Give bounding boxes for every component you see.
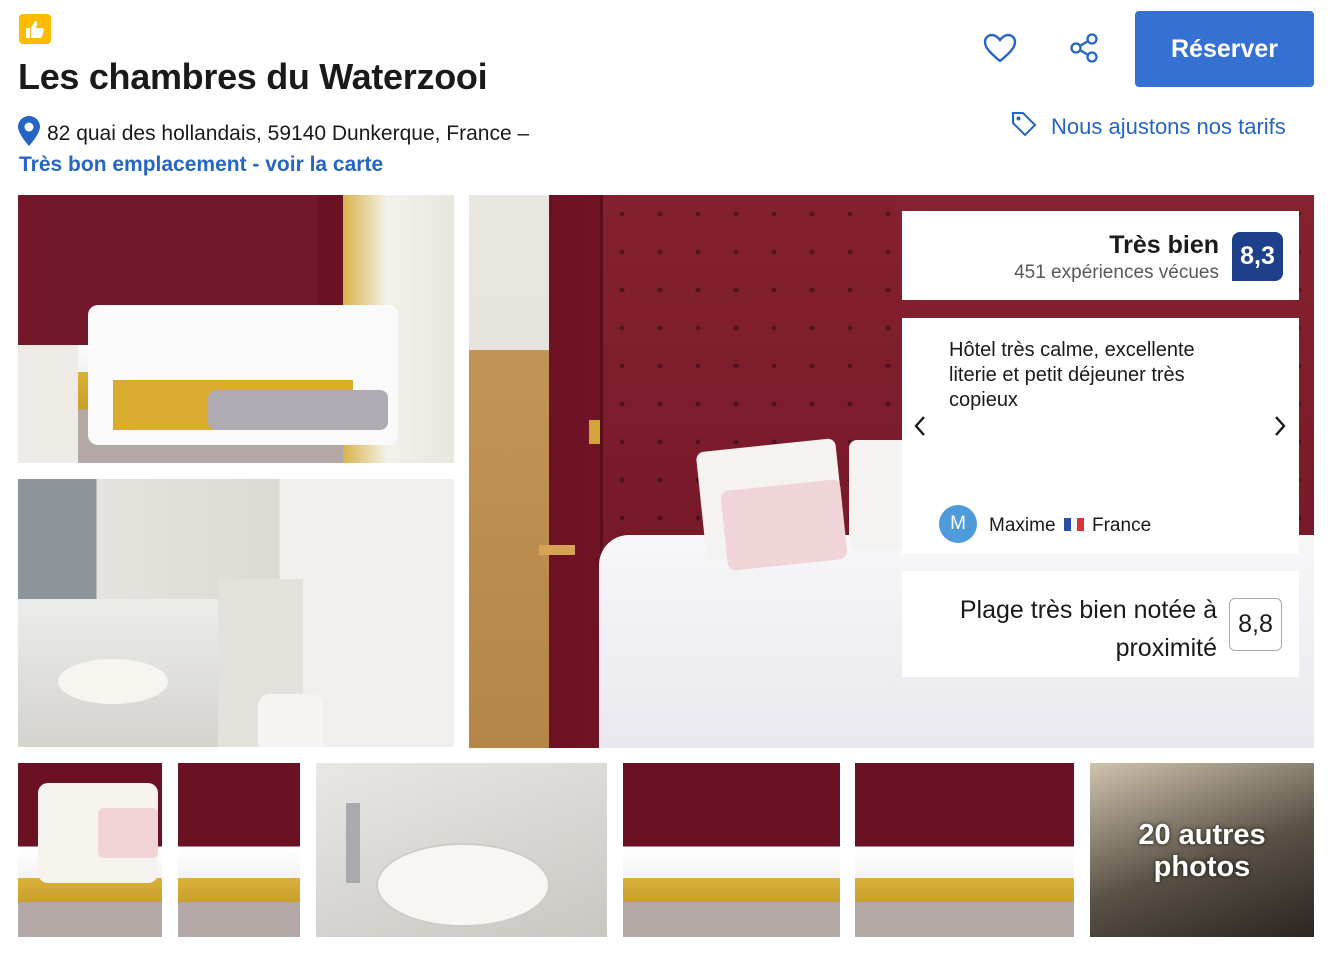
- score-badge: 8,3: [1232, 232, 1283, 281]
- more-photos-word: photos: [1153, 851, 1251, 883]
- reviews-count: 451 expériences vécues: [1014, 262, 1219, 283]
- gallery-thumb-2[interactable]: [178, 763, 300, 937]
- beach-label: Plage très bien notée à proximité: [960, 591, 1217, 667]
- gallery-thumb-5[interactable]: [855, 763, 1074, 937]
- more-photos-button[interactable]: 20 autres photos: [1090, 763, 1314, 937]
- share-icon[interactable]: [1061, 25, 1107, 71]
- price-match-link[interactable]: Nous ajustons nos tarifs: [1011, 111, 1286, 143]
- review-country: France: [1092, 515, 1152, 536]
- price-match-label: Nous ajustons nos tarifs: [1051, 114, 1286, 139]
- rating-label: Très bien: [1109, 231, 1219, 259]
- gallery-photo-bedroom[interactable]: [18, 195, 454, 463]
- gallery-thumb-1[interactable]: [18, 763, 162, 937]
- gallery-thumb-3[interactable]: [316, 763, 607, 937]
- review-card: Hôtel très calme, excellente literie et …: [902, 318, 1299, 554]
- price-tag-icon: [1011, 111, 1037, 143]
- property-title: Les chambres du Waterzooi: [18, 56, 488, 97]
- heart-icon[interactable]: [977, 25, 1023, 71]
- review-author: Maxime: [989, 515, 1056, 536]
- thumbs-up-icon: [19, 14, 51, 44]
- avatar: M: [939, 505, 977, 543]
- more-photos-label: 20 autres photos: [1090, 819, 1314, 883]
- more-photos-count: 20 autres: [1138, 819, 1266, 851]
- review-text: Hôtel très calme, excellente literie et …: [949, 339, 1195, 411]
- beach-label-line2: proximité: [1115, 634, 1217, 662]
- rating-card[interactable]: Très bien 451 expériences vécues 8,3: [902, 211, 1299, 300]
- france-flag-icon: [1064, 518, 1085, 531]
- beach-score: 8,8: [1229, 598, 1282, 651]
- location-map-link[interactable]: Très bon emplacement - voir la carte: [19, 153, 383, 177]
- reserve-button[interactable]: Réserver: [1135, 11, 1314, 87]
- beach-card: Plage très bien notée à proximité 8,8: [902, 571, 1299, 677]
- beach-label-line1: Plage très bien notée à: [959, 596, 1217, 624]
- chevron-left-icon[interactable]: [908, 408, 932, 444]
- address-text: 82 quai des hollandais, 59140 Dunkerque,…: [47, 122, 530, 145]
- map-pin-icon: [18, 116, 40, 152]
- address-row: 82 quai des hollandais, 59140 Dunkerque,…: [18, 116, 529, 152]
- gallery-thumb-4[interactable]: [623, 763, 840, 937]
- gallery-photo-bathroom[interactable]: [18, 479, 454, 747]
- chevron-right-icon[interactable]: [1268, 408, 1292, 444]
